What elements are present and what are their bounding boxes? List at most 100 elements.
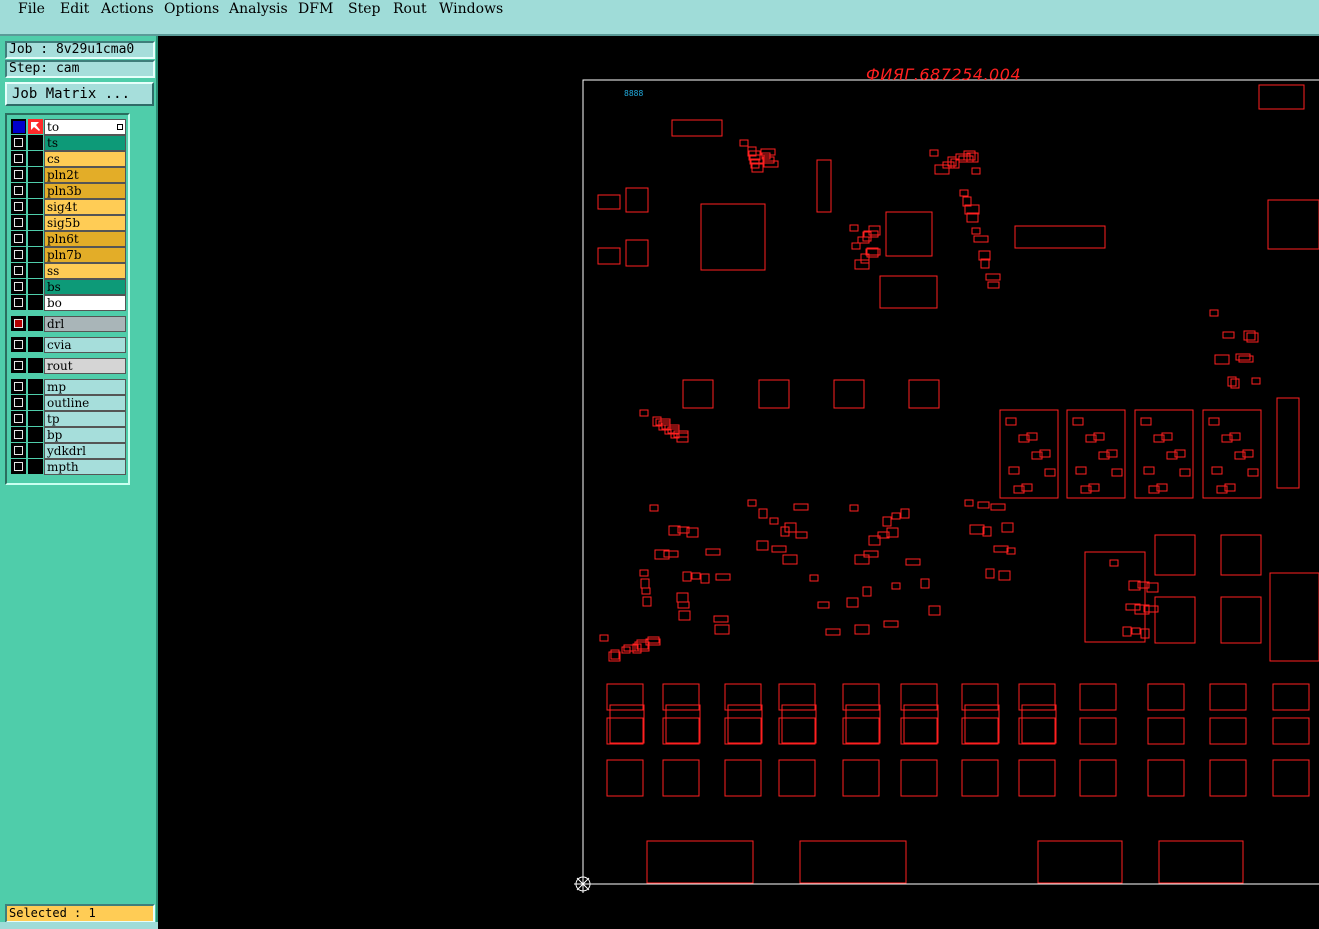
pcb-component: [597, 247, 621, 265]
layer-flag[interactable]: [28, 151, 43, 166]
pcb-pad: [762, 156, 775, 164]
menu-options[interactable]: Options: [164, 1, 219, 17]
layer-checkbox[interactable]: [11, 247, 26, 262]
layer-checkbox[interactable]: [11, 135, 26, 150]
layer-flag[interactable]: [28, 183, 43, 198]
layer-flag[interactable]: [28, 279, 43, 294]
layer-flag[interactable]: [28, 135, 43, 150]
layer-flag[interactable]: [28, 247, 43, 262]
layer-flag[interactable]: [28, 215, 43, 230]
layer-name-cs[interactable]: cs: [44, 151, 126, 167]
layer-name-ydkdrl[interactable]: ydkdrl: [44, 443, 126, 459]
layer-name-bs[interactable]: bs: [44, 279, 126, 295]
layer-flag[interactable]: [28, 427, 43, 442]
layer-flag[interactable]: [28, 231, 43, 246]
layer-flag[interactable]: [28, 379, 43, 394]
pcb-pad: [846, 597, 859, 608]
layer-checkbox[interactable]: [11, 183, 26, 198]
menu-dfm[interactable]: DFM: [298, 1, 333, 17]
layer-name-pln6t[interactable]: pln6t: [44, 231, 126, 247]
menu-step[interactable]: Step: [348, 1, 380, 17]
layer-name-sig4t[interactable]: sig4t: [44, 199, 126, 215]
layer-flag[interactable]: [28, 263, 43, 278]
pcb-pad: [882, 516, 892, 527]
graphics-area[interactable]: [160, 38, 1319, 929]
layer-name-pln7b[interactable]: pln7b: [44, 247, 126, 263]
layer-name-sig5b[interactable]: sig5b: [44, 215, 126, 231]
layer-name-mp[interactable]: mp: [44, 379, 126, 395]
layer-flag[interactable]: [28, 358, 43, 373]
menu-file[interactable]: File: [18, 1, 45, 17]
layer-flag[interactable]: [28, 459, 43, 474]
layer-name-mpth[interactable]: mpth: [44, 459, 126, 475]
pcb-board-view[interactable]: [160, 38, 1319, 929]
pcb-pad: [642, 596, 652, 607]
layer-checkbox[interactable]: [11, 151, 26, 166]
pcb-component: [1147, 683, 1185, 711]
layer-name-ss[interactable]: ss: [44, 263, 126, 279]
layer-name-bo[interactable]: bo: [44, 295, 126, 311]
pcb-pad: [763, 160, 779, 168]
layer-name-cvia[interactable]: cvia: [44, 337, 126, 353]
layer-checkbox[interactable]: [11, 379, 26, 394]
pcb-pad: [964, 499, 974, 507]
layer-checkbox[interactable]: [11, 427, 26, 442]
pcb-pad: [793, 503, 809, 511]
work-layer-arrow-icon[interactable]: [28, 119, 43, 134]
menu-analysis[interactable]: Analysis: [229, 1, 288, 17]
pcb-component: [961, 683, 999, 711]
layer-name-tp[interactable]: tp: [44, 411, 126, 427]
menu-edit[interactable]: Edit: [60, 1, 89, 17]
layer-checkbox[interactable]: [11, 231, 26, 246]
layer-flag[interactable]: [28, 411, 43, 426]
layer-options-icon[interactable]: [117, 124, 123, 130]
layer-checkbox[interactable]: [11, 119, 26, 134]
layer-flag[interactable]: [28, 295, 43, 310]
pcb-component: [833, 379, 865, 409]
menu-windows[interactable]: Windows: [439, 1, 503, 17]
layer-flag[interactable]: [28, 199, 43, 214]
layer-name-outline[interactable]: outline: [44, 395, 126, 411]
layer-name-pln2t[interactable]: pln2t: [44, 167, 126, 183]
layer-name-ts[interactable]: ts: [44, 135, 126, 151]
layer-checkbox[interactable]: [11, 358, 26, 373]
layer-name-rout[interactable]: rout: [44, 358, 126, 374]
layer-checkbox[interactable]: [11, 443, 26, 458]
menu-rout[interactable]: Rout: [393, 1, 427, 17]
layer-checkbox[interactable]: [11, 337, 26, 352]
layer-flag[interactable]: [28, 337, 43, 352]
pcb-pad: [782, 554, 798, 565]
layer-name-drl[interactable]: drl: [44, 316, 126, 332]
logo-mark: [1258, 84, 1305, 110]
job-matrix-button[interactable]: Job Matrix ...: [5, 82, 154, 106]
layer-name-to[interactable]: to: [44, 119, 126, 135]
pcb-component: [1220, 596, 1262, 644]
layer-checkbox[interactable]: [11, 459, 26, 474]
pcb-component: [778, 683, 816, 711]
pcb-pad: [771, 545, 787, 553]
pcb-component: [1220, 534, 1262, 576]
layer-checkbox[interactable]: [11, 411, 26, 426]
layer-checkbox[interactable]: [11, 167, 26, 182]
pcb-pad: [747, 499, 757, 507]
layer-checkbox[interactable]: [11, 215, 26, 230]
pcb-component: [665, 704, 701, 744]
pcb-component: [1018, 717, 1056, 745]
menu-actions[interactable]: Actions: [101, 1, 154, 17]
layer-name-bp[interactable]: bp: [44, 427, 126, 443]
layer-flag[interactable]: [28, 167, 43, 182]
layer-flag[interactable]: [28, 316, 43, 331]
layer-flag[interactable]: [28, 395, 43, 410]
layer-checkbox[interactable]: [11, 395, 26, 410]
layer-flag[interactable]: [28, 443, 43, 458]
pcb-component: [671, 119, 723, 137]
layer-checkbox[interactable]: [11, 279, 26, 294]
pcb-component: [1272, 759, 1310, 797]
layer-checkbox[interactable]: [11, 263, 26, 278]
layer-name-pln3b[interactable]: pln3b: [44, 183, 126, 199]
board-outline: [582, 79, 1319, 885]
pcb-component: [682, 379, 714, 409]
layer-checkbox[interactable]: [11, 316, 26, 331]
layer-checkbox[interactable]: [11, 199, 26, 214]
layer-checkbox[interactable]: [11, 295, 26, 310]
